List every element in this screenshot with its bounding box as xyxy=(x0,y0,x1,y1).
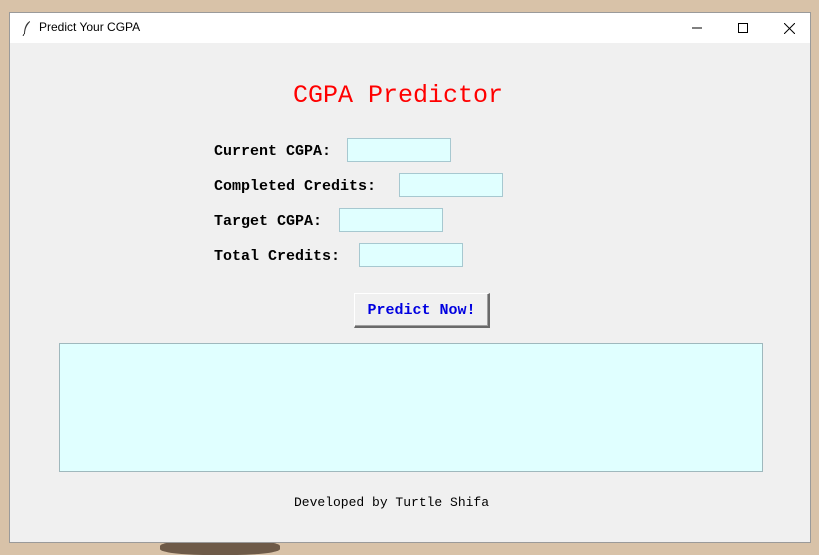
minimize-button[interactable] xyxy=(674,13,720,43)
window-title: Predict Your CGPA xyxy=(39,20,141,34)
completed-credits-label: Completed Credits: xyxy=(214,178,377,195)
app-window: Predict Your CGPA CGPA Predictor Current… xyxy=(9,12,811,543)
completed-credits-input[interactable] xyxy=(399,173,503,197)
close-button[interactable] xyxy=(766,13,812,43)
target-cgpa-label: Target CGPA: xyxy=(214,213,323,230)
total-credits-input[interactable] xyxy=(359,243,463,267)
result-output-box[interactable] xyxy=(59,343,763,472)
total-credits-label: Total Credits: xyxy=(214,248,341,265)
close-icon xyxy=(783,22,795,34)
current-cgpa-label: Current CGPA: xyxy=(214,143,332,160)
maximize-icon xyxy=(738,23,748,33)
footer-credit: Developed by Turtle Shifa xyxy=(294,495,490,510)
predict-button[interactable]: Predict Now! xyxy=(354,293,490,328)
current-cgpa-input[interactable] xyxy=(347,138,451,162)
maximize-button[interactable] xyxy=(720,13,766,43)
page-title: CGPA Predictor xyxy=(293,81,504,110)
target-cgpa-input[interactable] xyxy=(339,208,443,232)
minimize-icon xyxy=(692,27,702,29)
title-bar[interactable]: Predict Your CGPA xyxy=(10,13,810,43)
feather-icon xyxy=(22,20,32,37)
